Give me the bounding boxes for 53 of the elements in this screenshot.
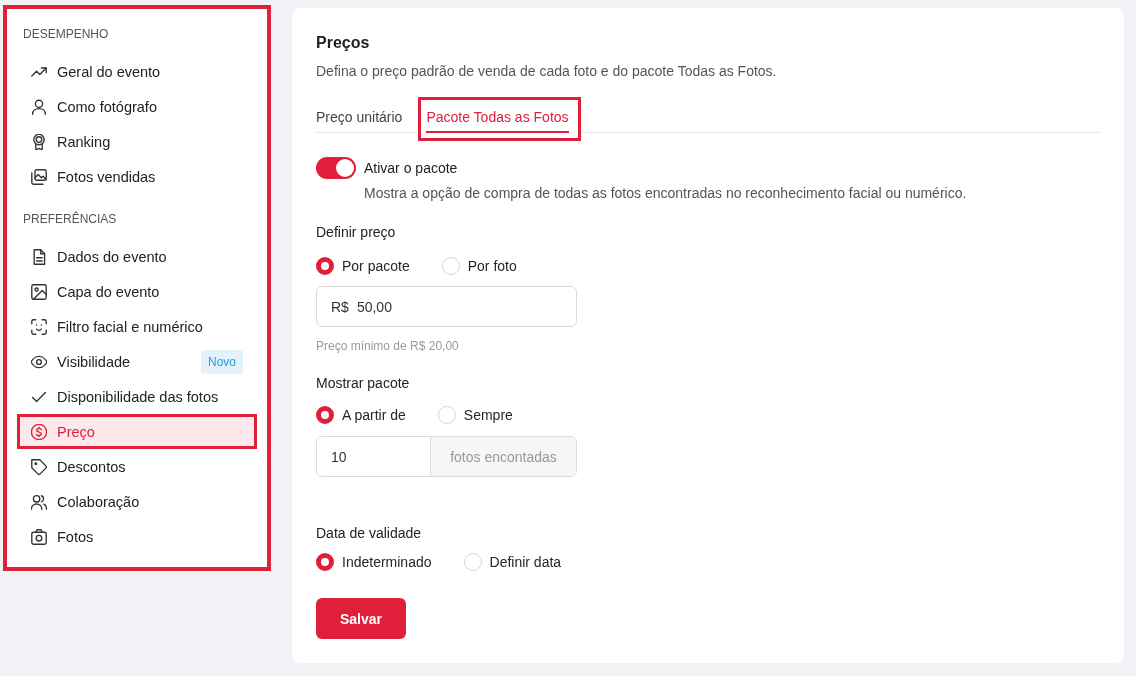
user-icon xyxy=(31,98,47,115)
panel-description: Defina o preço padrão de venda de cada foto e do pacote Todas as Fotos. xyxy=(316,62,778,81)
sidebar-item[interactable]: Filtro facial e numérico xyxy=(17,309,257,344)
section-heading: DESEMPENHO xyxy=(22,26,110,42)
new-badge: Novo xyxy=(201,349,243,374)
users-icon xyxy=(31,493,47,510)
save-button[interactable]: Salvar xyxy=(316,598,406,639)
sidebar-item[interactable]: Ranking xyxy=(17,124,257,159)
radio-button[interactable] xyxy=(316,553,334,571)
price-hint: Preço mínimo de R$ 20,00 xyxy=(316,338,460,354)
sidebar-item[interactable]: Dados do evento xyxy=(17,239,257,274)
sidebar-item[interactable]: Geral do evento xyxy=(17,54,257,89)
price-field[interactable]: R$ 50,00 xyxy=(316,286,577,327)
sidebar-item[interactable]: Preço xyxy=(17,414,257,449)
section-title: Mostrar pacote xyxy=(316,374,411,392)
images-icon xyxy=(31,168,47,185)
radio-label[interactable]: Por foto xyxy=(467,257,517,275)
camera-icon xyxy=(31,528,47,545)
photo-count-field[interactable]: 10 fotos encontadas xyxy=(316,436,577,477)
count-input[interactable]: 10 xyxy=(331,447,391,466)
radio-button[interactable] xyxy=(316,257,334,275)
sidebar-item[interactable]: Fotos vendidas xyxy=(17,159,257,194)
currency-prefix: R$ xyxy=(331,298,349,315)
toggle-label: Ativar o pacote xyxy=(364,159,458,177)
section-title: Definir preço xyxy=(316,223,397,241)
sidebar-item[interactable]: Como fotógrafo xyxy=(17,89,257,124)
image-icon xyxy=(31,283,47,300)
sidebar-item[interactable]: Visibilidade Novo xyxy=(17,344,257,379)
radio-label[interactable]: Definir data xyxy=(489,553,562,571)
eye-icon xyxy=(31,353,47,370)
panel-title: Preços xyxy=(316,33,371,53)
toggle-description: Mostra a opção de compra de todas as fotos encontradas no reconhecimento facial ou numérico. xyxy=(364,184,968,203)
unit-addon: fotos encontadas xyxy=(430,437,576,476)
radio-label[interactable]: Indeterminado xyxy=(342,553,432,571)
document-icon xyxy=(31,248,47,265)
sidebar-item[interactable]: Capa do evento xyxy=(17,274,257,309)
radio-label[interactable]: A partir de xyxy=(342,406,406,424)
tab[interactable]: Pacote Todas as Fotos xyxy=(426,108,569,133)
sidebar-item[interactable]: Colaboração xyxy=(17,484,257,519)
tag-icon xyxy=(31,458,47,475)
sidebar-item[interactable]: Disponibilidade das fotos xyxy=(17,379,257,414)
section-heading: PREFERÊNCIAS xyxy=(22,211,118,227)
medal-icon xyxy=(31,133,47,150)
section-title: Data de validade xyxy=(316,524,423,542)
sidebar-item[interactable]: Fotos xyxy=(17,519,257,554)
toggle-switch[interactable] xyxy=(316,157,356,179)
sidebar-item[interactable]: Descontos xyxy=(17,449,257,484)
radio-button[interactable] xyxy=(316,406,334,424)
price-input[interactable]: 50,00 xyxy=(356,297,562,316)
radio-label[interactable]: Por pacote xyxy=(342,257,410,275)
tab[interactable]: Preço unitário xyxy=(316,108,403,133)
radio-label[interactable]: Sempre xyxy=(463,406,513,424)
face-scan-icon xyxy=(31,318,47,335)
